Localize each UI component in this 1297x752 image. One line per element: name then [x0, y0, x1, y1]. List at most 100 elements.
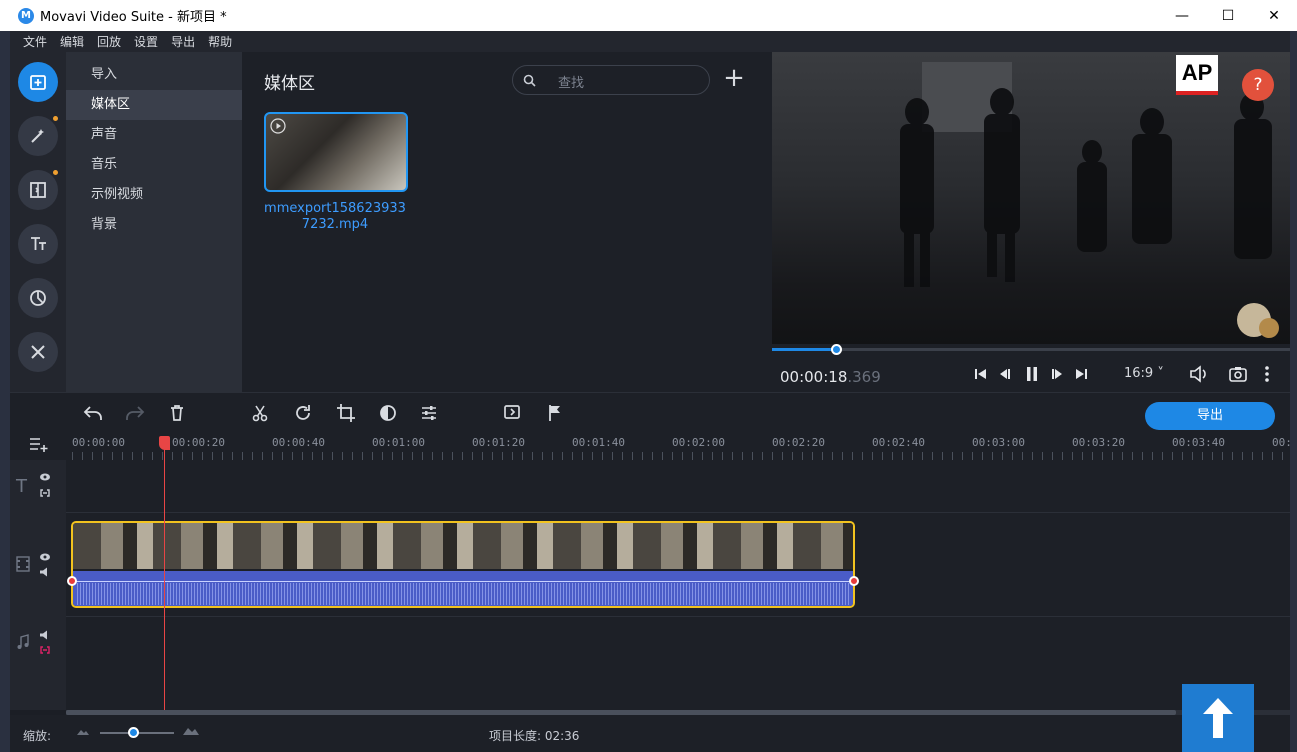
clip-properties-icon[interactable] [419, 403, 439, 423]
skip-to-start-icon[interactable] [973, 366, 989, 382]
menu-bar: 文件 编辑 回放 设置 导出 帮助 [10, 31, 1290, 52]
snapshot-icon[interactable] [1229, 366, 1247, 382]
audio-volume-line[interactable] [73, 581, 853, 582]
video-clip[interactable] [71, 521, 855, 608]
previous-frame-icon[interactable] [997, 366, 1013, 382]
redo-icon[interactable] [124, 403, 146, 423]
pause-icon[interactable] [1024, 365, 1040, 383]
color-adjust-icon[interactable] [378, 403, 398, 423]
transition-wizard-icon[interactable] [503, 403, 523, 423]
more-tools-button[interactable] [18, 332, 58, 372]
video-track-icon [16, 556, 30, 572]
transition-icon [30, 182, 46, 198]
scroll-to-top-button[interactable] [1182, 684, 1254, 752]
project-length: 项目长度: 02:36 [489, 729, 580, 743]
speaker-icon[interactable] [39, 630, 51, 640]
timecode-ms: .369 [847, 368, 881, 386]
link-icon[interactable] [39, 488, 51, 498]
media-file-name[interactable]: mmexport1586239337232.mp4 [260, 201, 410, 233]
media-thumbnail[interactable] [264, 112, 408, 192]
link-icon[interactable] [39, 645, 51, 655]
titles-tool-button[interactable] [18, 224, 58, 264]
minimize-button[interactable]: — [1159, 0, 1205, 31]
clip-video-frames [73, 523, 853, 569]
category-sample-videos[interactable]: 示例视频 [66, 180, 242, 210]
arrow-up-icon [1203, 698, 1233, 738]
new-badge-dot [53, 116, 58, 121]
preview-player[interactable]: AP ? [772, 52, 1290, 344]
clip-start-handle[interactable] [67, 576, 77, 586]
ruler-label: 00:01:20 [472, 436, 525, 449]
ruler-label: 00:02:20 [772, 436, 825, 449]
play-icon [270, 118, 286, 134]
delete-icon[interactable] [168, 403, 186, 423]
crop-icon[interactable] [336, 403, 356, 423]
skip-to-end-icon[interactable] [1073, 366, 1089, 382]
eye-icon[interactable] [39, 472, 51, 482]
close-button[interactable]: ✕ [1251, 0, 1297, 31]
zoom-label: 缩放: [23, 729, 52, 743]
ruler-label: 00:03:40 [1172, 436, 1225, 449]
menu-edit[interactable]: 编辑 [60, 33, 84, 50]
timeline-toolbar: 导出 [10, 392, 1290, 432]
speaker-icon[interactable] [39, 567, 51, 577]
ruler-label: 00:00:20 [172, 436, 225, 449]
ruler-label: 00:02:40 [872, 436, 925, 449]
app-logo-icon: M [18, 7, 34, 24]
zoom-knob[interactable] [128, 727, 139, 738]
import-icon [30, 75, 46, 90]
menu-help[interactable]: 帮助 [208, 33, 232, 50]
marker-flag-icon[interactable] [546, 403, 564, 423]
help-button[interactable]: ? [1242, 69, 1274, 101]
category-music[interactable]: 音乐 [66, 150, 242, 180]
title-bar: M Movavi Video Suite - 新项目 * — ☐ ✕ [0, 0, 1297, 31]
aspect-ratio-dropdown[interactable]: 16:9 ˅ [1124, 366, 1164, 381]
add-track-icon[interactable] [28, 435, 50, 453]
media-bin-title: 媒体区 [264, 74, 315, 94]
ruler-label: 00:01:40 [572, 436, 625, 449]
clip-audio-waveform[interactable] [73, 571, 853, 606]
eye-icon[interactable] [39, 552, 51, 562]
zoom-out-icon[interactable] [76, 728, 90, 736]
stickers-tool-button[interactable] [18, 278, 58, 318]
effects-tool-button[interactable] [18, 116, 58, 156]
menu-file[interactable]: 文件 [23, 33, 47, 50]
ap-watermark-logo: AP [1176, 55, 1218, 95]
volume-icon[interactable] [1189, 365, 1211, 383]
menu-playback[interactable]: 回放 [97, 33, 121, 50]
clip-end-handle[interactable] [849, 576, 859, 586]
playback-progress-bar[interactable] [772, 344, 1290, 355]
more-options-icon[interactable] [1264, 365, 1270, 383]
playhead-line[interactable] [164, 436, 165, 710]
category-media-bin[interactable]: 媒体区 [66, 90, 242, 120]
timecode-main: 00:00:18 [780, 368, 848, 386]
search-placeholder: 查找 [558, 76, 585, 91]
undo-icon[interactable] [82, 403, 104, 423]
category-sounds[interactable]: 声音 [66, 120, 242, 150]
timeline-ruler[interactable]: 00:00:00 00:00:20 00:00:40 00:01:00 00:0… [10, 432, 1292, 460]
menu-export[interactable]: 导出 [171, 33, 195, 50]
category-backgrounds[interactable]: 背景 [66, 210, 242, 240]
progress-fill [772, 348, 837, 351]
transitions-tool-button[interactable] [18, 170, 58, 210]
playhead-handle[interactable] [159, 436, 170, 450]
search-icon [523, 74, 536, 87]
progress-knob[interactable] [830, 344, 842, 355]
rotate-icon[interactable] [293, 403, 313, 423]
tools-icon [31, 345, 45, 359]
import-tool-button[interactable] [18, 62, 58, 102]
zoom-in-icon[interactable] [182, 726, 200, 736]
next-frame-icon[interactable] [1049, 366, 1065, 382]
maximize-button[interactable]: ☐ [1205, 0, 1251, 31]
category-import[interactable]: 导入 [66, 60, 242, 90]
track-separator [66, 616, 1290, 617]
track-separator [66, 512, 1290, 513]
add-media-button[interactable]: + [722, 64, 746, 94]
menu-settings[interactable]: 设置 [134, 33, 158, 50]
search-field[interactable]: 查找 [512, 65, 710, 95]
cut-icon[interactable] [251, 403, 269, 423]
media-bin-panel: 媒体区 查找 + mmexport1586239337232.mp4 [242, 52, 772, 392]
ruler-label: 00:03:20 [1072, 436, 1125, 449]
export-button[interactable]: 导出 [1145, 402, 1275, 430]
ruler-label: 00:02:00 [672, 436, 725, 449]
